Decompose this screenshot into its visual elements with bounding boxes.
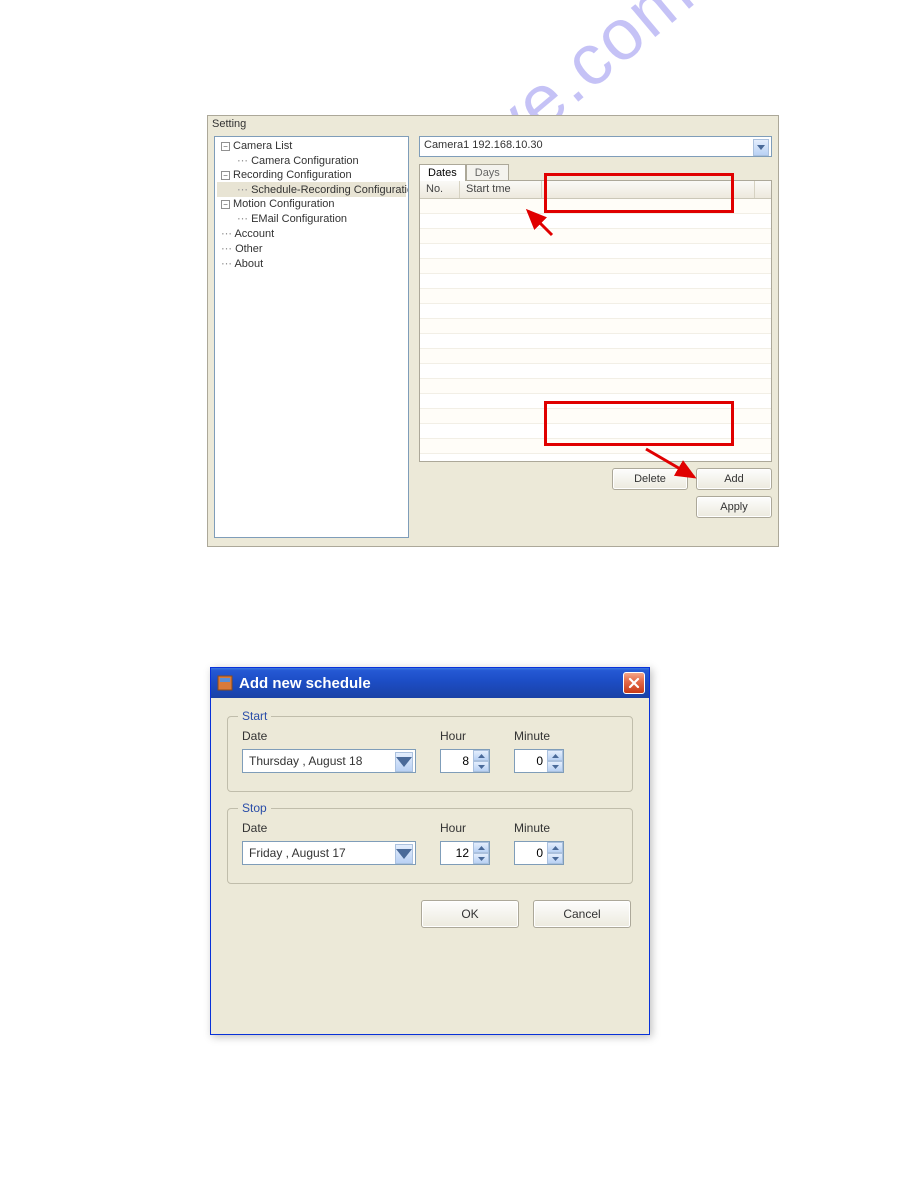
dialog-title: Add new schedule: [239, 675, 623, 692]
start-date-value: Thursday , August 18: [249, 754, 362, 768]
stop-legend: Stop: [238, 801, 271, 815]
stop-minute-label: Minute: [514, 821, 564, 835]
tree-about[interactable]: ⋯ About: [217, 256, 406, 271]
dialog-app-icon: [217, 675, 233, 691]
grid-row: [420, 409, 771, 424]
stop-date-label: Date: [242, 821, 416, 835]
collapse-icon[interactable]: −: [221, 200, 230, 209]
ok-button[interactable]: OK: [421, 900, 519, 928]
grid-row: [420, 349, 771, 364]
tree-camera-config[interactable]: ⋯ Camera Configuration: [217, 153, 406, 168]
start-date-picker[interactable]: Thursday , August 18: [242, 749, 416, 773]
close-button[interactable]: [623, 672, 645, 694]
add-schedule-dialog: Add new schedule Start Date Thursday , A…: [210, 667, 650, 1035]
grid-row: [420, 364, 771, 379]
tab-dates[interactable]: Dates: [419, 164, 466, 181]
start-legend: Start: [238, 709, 271, 723]
grid-row: [420, 274, 771, 289]
settings-window: Setting −Camera List ⋯ Camera Configurat…: [207, 115, 779, 547]
settings-tree: −Camera List ⋯ Camera Configuration −Rec…: [214, 136, 409, 538]
grid-row: [420, 214, 771, 229]
close-icon: [628, 677, 640, 689]
start-minute-spinner[interactable]: 0: [514, 749, 564, 773]
collapse-icon[interactable]: −: [221, 142, 230, 151]
spinner-up-icon[interactable]: [547, 750, 563, 761]
column-scroll-spacer: [755, 181, 771, 198]
grid-row: [420, 199, 771, 214]
grid-row: [420, 424, 771, 439]
tree-camera-list[interactable]: −Camera List: [217, 139, 406, 153]
start-hour-value: 8: [441, 754, 473, 768]
stop-hour-value: 12: [441, 846, 473, 860]
tree-recording-config[interactable]: −Recording Configuration: [217, 168, 406, 182]
grid-header: No. Start tme: [420, 181, 771, 199]
chevron-down-icon[interactable]: [753, 139, 769, 156]
spinner-up-icon[interactable]: [547, 842, 563, 853]
tree-other[interactable]: ⋯ Other: [217, 241, 406, 256]
grid-row: [420, 379, 771, 394]
spinner-down-icon[interactable]: [547, 853, 563, 864]
tree-account[interactable]: ⋯ Account: [217, 226, 406, 241]
delete-button[interactable]: Delete: [612, 468, 688, 490]
stop-minute-spinner[interactable]: 0: [514, 841, 564, 865]
column-start-time[interactable]: Start tme: [460, 181, 542, 198]
cancel-button[interactable]: Cancel: [533, 900, 631, 928]
tabs: Dates Days: [419, 163, 772, 180]
tree-motion-config[interactable]: −Motion Configuration: [217, 197, 406, 211]
stop-minute-value: 0: [515, 846, 547, 860]
start-hour-spinner[interactable]: 8: [440, 749, 490, 773]
column-blank: [542, 181, 755, 198]
schedule-grid: No. Start tme: [419, 180, 772, 462]
collapse-icon[interactable]: −: [221, 171, 230, 180]
tree-email-config[interactable]: ⋯ EMail Configuration: [217, 211, 406, 226]
spinner-down-icon[interactable]: [473, 761, 489, 772]
tree-schedule-recording[interactable]: ⋯ Schedule-Recording Configuration: [217, 182, 406, 197]
grid-row: [420, 259, 771, 274]
settings-window-title: Setting: [208, 116, 778, 132]
camera-select-value: Camera1 192.168.10.30: [424, 139, 543, 151]
tab-days[interactable]: Days: [466, 164, 509, 181]
spinner-down-icon[interactable]: [547, 761, 563, 772]
camera-select[interactable]: Camera1 192.168.10.30: [419, 136, 772, 157]
grid-row: [420, 229, 771, 244]
spinner-up-icon[interactable]: [473, 842, 489, 853]
stop-date-value: Friday , August 17: [249, 846, 346, 860]
apply-button[interactable]: Apply: [696, 496, 772, 518]
spinner-up-icon[interactable]: [473, 750, 489, 761]
chevron-down-icon[interactable]: [395, 844, 413, 864]
start-date-label: Date: [242, 729, 416, 743]
grid-row: [420, 244, 771, 259]
spinner-down-icon[interactable]: [473, 853, 489, 864]
grid-body: [420, 199, 771, 461]
start-fieldset: Start Date Thursday , August 18 Hour 8: [227, 716, 633, 792]
grid-row: [420, 319, 771, 334]
column-no[interactable]: No.: [420, 181, 460, 198]
stop-date-picker[interactable]: Friday , August 17: [242, 841, 416, 865]
start-minute-value: 0: [515, 754, 547, 768]
grid-row: [420, 304, 771, 319]
grid-row: [420, 334, 771, 349]
add-button[interactable]: Add: [696, 468, 772, 490]
chevron-down-icon[interactable]: [395, 752, 413, 772]
grid-row: [420, 394, 771, 409]
start-hour-label: Hour: [440, 729, 490, 743]
grid-row: [420, 289, 771, 304]
stop-hour-label: Hour: [440, 821, 490, 835]
grid-row: [420, 439, 771, 454]
dialog-titlebar: Add new schedule: [211, 668, 649, 698]
stop-fieldset: Stop Date Friday , August 17 Hour 12: [227, 808, 633, 884]
stop-hour-spinner[interactable]: 12: [440, 841, 490, 865]
start-minute-label: Minute: [514, 729, 564, 743]
